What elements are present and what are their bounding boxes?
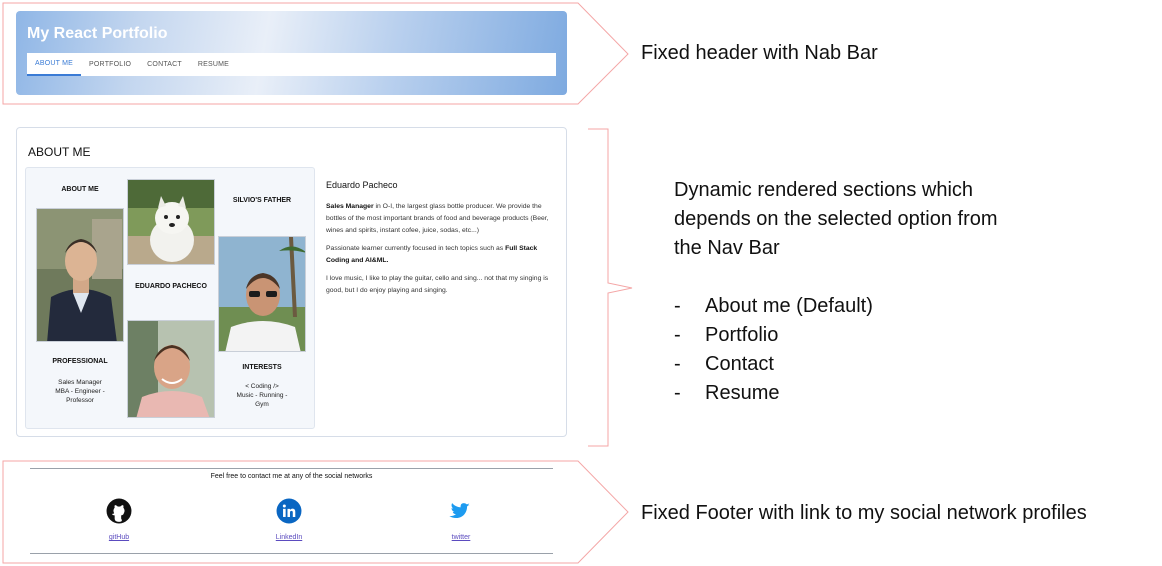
header-note: Fixed header with Nab Bar — [641, 42, 878, 64]
collage-about-label: ABOUT ME — [61, 186, 99, 193]
section-option-label: Resume — [705, 382, 780, 404]
github-icon[interactable] — [106, 498, 132, 524]
interests-line: < Coding /> — [245, 383, 279, 390]
bio-learning-text: Passionate learner currently focused in … — [326, 245, 506, 252]
site-title: My React Portfolio — [27, 25, 168, 42]
footer-bottom-divider — [30, 553, 553, 554]
interests-line: Music - Running - — [236, 392, 288, 399]
section-title: ABOUT ME — [28, 145, 91, 159]
linkedin-icon[interactable] — [276, 498, 302, 524]
nav-item-resume[interactable]: RESUME — [190, 53, 237, 76]
section-note-line: the Nav Bar — [674, 237, 780, 259]
portrait-suit-photo — [36, 208, 124, 342]
site-header: My React Portfolio ABOUT ME PORTFOLIO CO… — [16, 11, 567, 95]
section-option-label: Portfolio — [705, 324, 779, 346]
footer-top-divider — [30, 468, 553, 469]
section-options-list: - About me (Default) - Portfolio - Contact … — [674, 292, 873, 408]
section-callout-bracket — [588, 128, 633, 447]
section-option: - Contact — [674, 350, 873, 379]
section-note-line: depends on the selected option from — [674, 208, 998, 230]
site-footer: Feel free to contact me at any of the so… — [0, 461, 578, 566]
bio-paragraph-music: I love music, I like to play the guitar,… — [326, 275, 549, 294]
social-github[interactable]: gitHub — [84, 498, 154, 541]
collage-interests-label: INTERESTS — [242, 364, 282, 371]
collage-professional-label: PROFESSIONAL — [52, 358, 108, 365]
section-note: Dynamic rendered sections which depends … — [674, 176, 998, 263]
twitter-icon[interactable] — [447, 498, 475, 524]
nav-bar: ABOUT ME PORTFOLIO CONTACT RESUME — [27, 53, 556, 76]
professional-line: MBA - Engineer - — [55, 388, 105, 395]
interests-text: < Coding /> Music - Running - Gym — [218, 382, 306, 409]
nav-item-about[interactable]: ABOUT ME — [27, 53, 82, 76]
linkedin-link[interactable]: LinkedIn — [254, 534, 324, 541]
photo-collage: ABOUT ME EDUARDO PACHECO SILVIO'S FATHER… — [25, 167, 315, 429]
professional-line: Sales Manager — [58, 379, 102, 386]
bio-name: Eduardo Pacheco — [326, 180, 398, 190]
professional-text: Sales Manager MBA - Engineer - Professor — [36, 378, 124, 405]
nav-item-portfolio[interactable]: PORTFOLIO — [81, 53, 139, 76]
twitter-link[interactable]: twitter — [426, 534, 496, 541]
social-linkedin[interactable]: LinkedIn — [254, 498, 324, 541]
nav-item-contact[interactable]: CONTACT — [139, 53, 190, 76]
bio-paragraph-learning: Passionate learner currently focused in … — [326, 243, 551, 267]
professional-line: Professor — [66, 397, 94, 404]
section-option-label: Contact — [705, 353, 774, 375]
github-link[interactable]: gitHub — [84, 534, 154, 541]
section-option: - Resume — [674, 379, 873, 408]
bio-text: Eduardo Pacheco Sales Manager in O-I, th… — [326, 180, 551, 303]
sunglasses-photo — [218, 236, 306, 352]
collage-name-label: EDUARDO PACHECO — [135, 283, 207, 290]
bio-role: Sales Manager — [326, 203, 374, 210]
footer-tagline: Feel free to contact me at any of the so… — [210, 473, 373, 480]
selfie-photo — [127, 320, 215, 418]
social-twitter[interactable]: twitter — [426, 498, 496, 541]
collage-father-label: SILVIO'S FATHER — [232, 197, 292, 204]
interests-line: Gym — [255, 401, 269, 408]
section-option: - About me (Default) — [674, 292, 873, 321]
section-option-label: About me (Default) — [705, 295, 873, 317]
about-section: ABOUT ME ABOUT ME EDUARDO PACHECO SILVIO… — [16, 127, 567, 437]
section-option: - Portfolio — [674, 321, 873, 350]
bio-paragraph-work: Sales Manager in O-I, the largest glass … — [326, 201, 551, 237]
section-note-line: Dynamic rendered sections which — [674, 179, 974, 201]
dog-photo — [127, 179, 215, 265]
footer-note: Fixed Footer with link to my social netw… — [641, 502, 1087, 524]
